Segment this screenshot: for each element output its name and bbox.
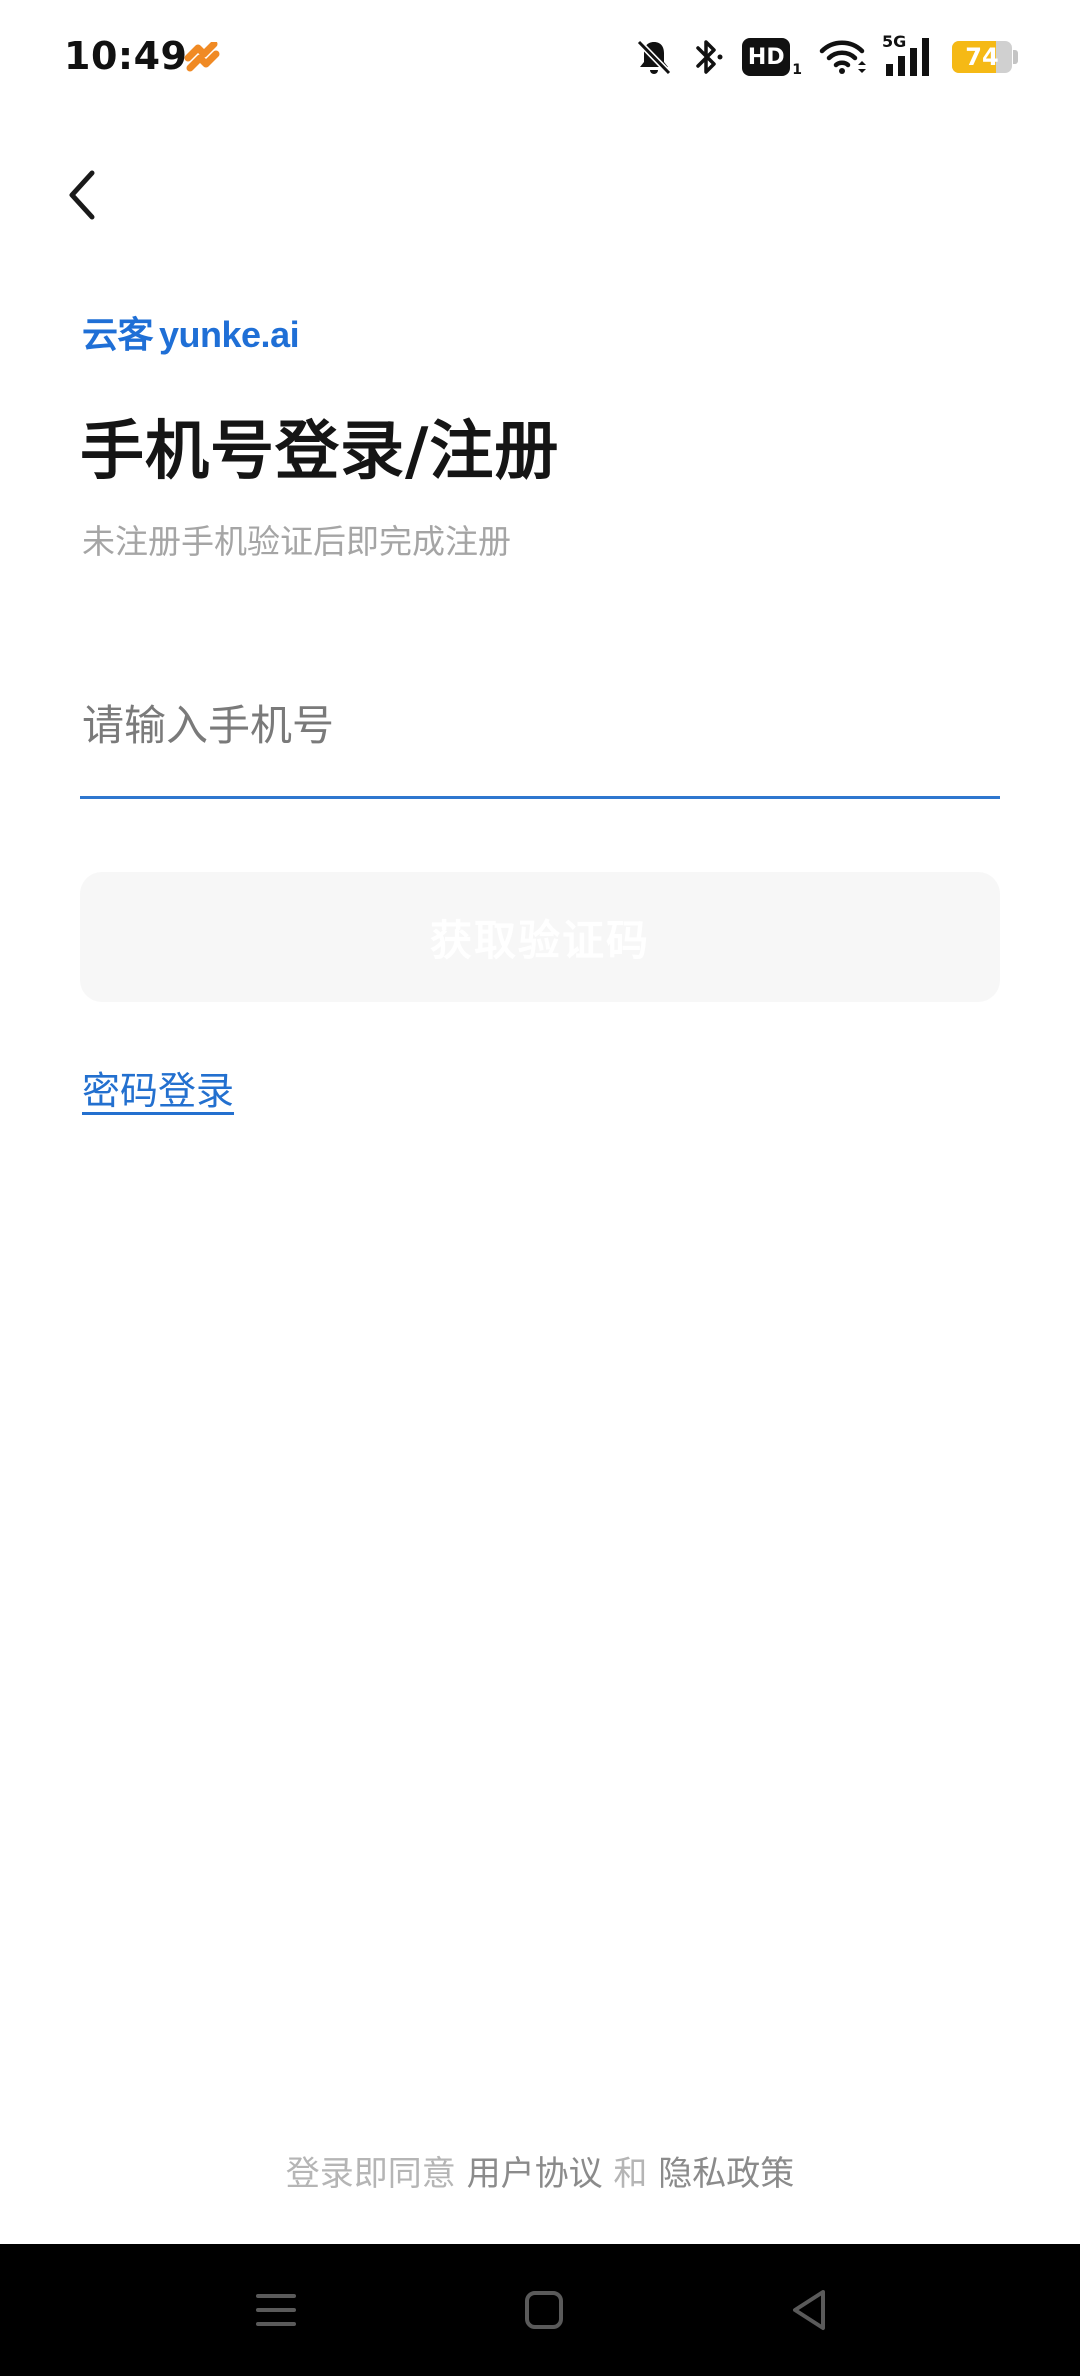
page-subtitle: 未注册手机验证后即完成注册 — [82, 522, 511, 561]
agreement-text: 登录即同意 用户协议 和 隐私政策 — [0, 2146, 1080, 2195]
home-icon — [525, 2291, 563, 2329]
wifi-icon — [818, 37, 866, 77]
agreement-and: 和 — [613, 2154, 648, 2194]
agreement-prefix: 登录即同意 — [285, 2154, 456, 2194]
user-agreement-link[interactable]: 用户协议 — [467, 2154, 603, 2194]
menu-icon — [256, 2294, 296, 2326]
status-bar: 10:49 HD 1 5G 74 — [0, 0, 1080, 120]
page-title: 手机号登录/注册 — [80, 415, 560, 489]
home-button[interactable] — [516, 2282, 572, 2338]
logo-en-text: yunke.ai — [159, 314, 300, 355]
recent-apps-button[interactable] — [248, 2282, 304, 2338]
battery-tip — [1013, 50, 1018, 64]
battery-level: 74 — [965, 43, 999, 71]
bluetooth-icon — [690, 37, 726, 77]
phone-input-container — [80, 670, 1004, 799]
signal-bars-icon — [886, 38, 929, 76]
hd-sim-index: 1 — [792, 62, 802, 78]
battery-icon: 74 — [952, 40, 1018, 74]
bell-off-icon — [634, 37, 674, 77]
brand-logo: 云客 yunke.ai — [82, 306, 300, 358]
cellular-signal: 5G — [882, 32, 936, 78]
chevron-left-icon — [69, 170, 95, 220]
hd-voice-icon: HD — [742, 38, 791, 76]
app-notification-icon — [184, 40, 220, 74]
logo-cn-text: 云客 — [82, 314, 154, 355]
hd-label: HD — [747, 44, 785, 70]
status-time: 10:49 — [64, 34, 188, 78]
password-login-link[interactable]: 密码登录 — [82, 1060, 234, 1115]
status-icons: HD 1 5G 74 — [634, 32, 1018, 80]
get-code-button[interactable]: 获取验证码 — [80, 872, 1000, 1002]
back-triangle-icon — [793, 2290, 825, 2330]
battery-body: 74 — [952, 41, 1012, 73]
privacy-policy-link[interactable]: 隐私政策 — [658, 2154, 794, 2194]
phone-input[interactable] — [80, 670, 1004, 780]
system-back-button[interactable] — [782, 2282, 838, 2338]
system-nav-bar — [0, 2244, 1080, 2376]
back-button[interactable] — [52, 160, 112, 230]
